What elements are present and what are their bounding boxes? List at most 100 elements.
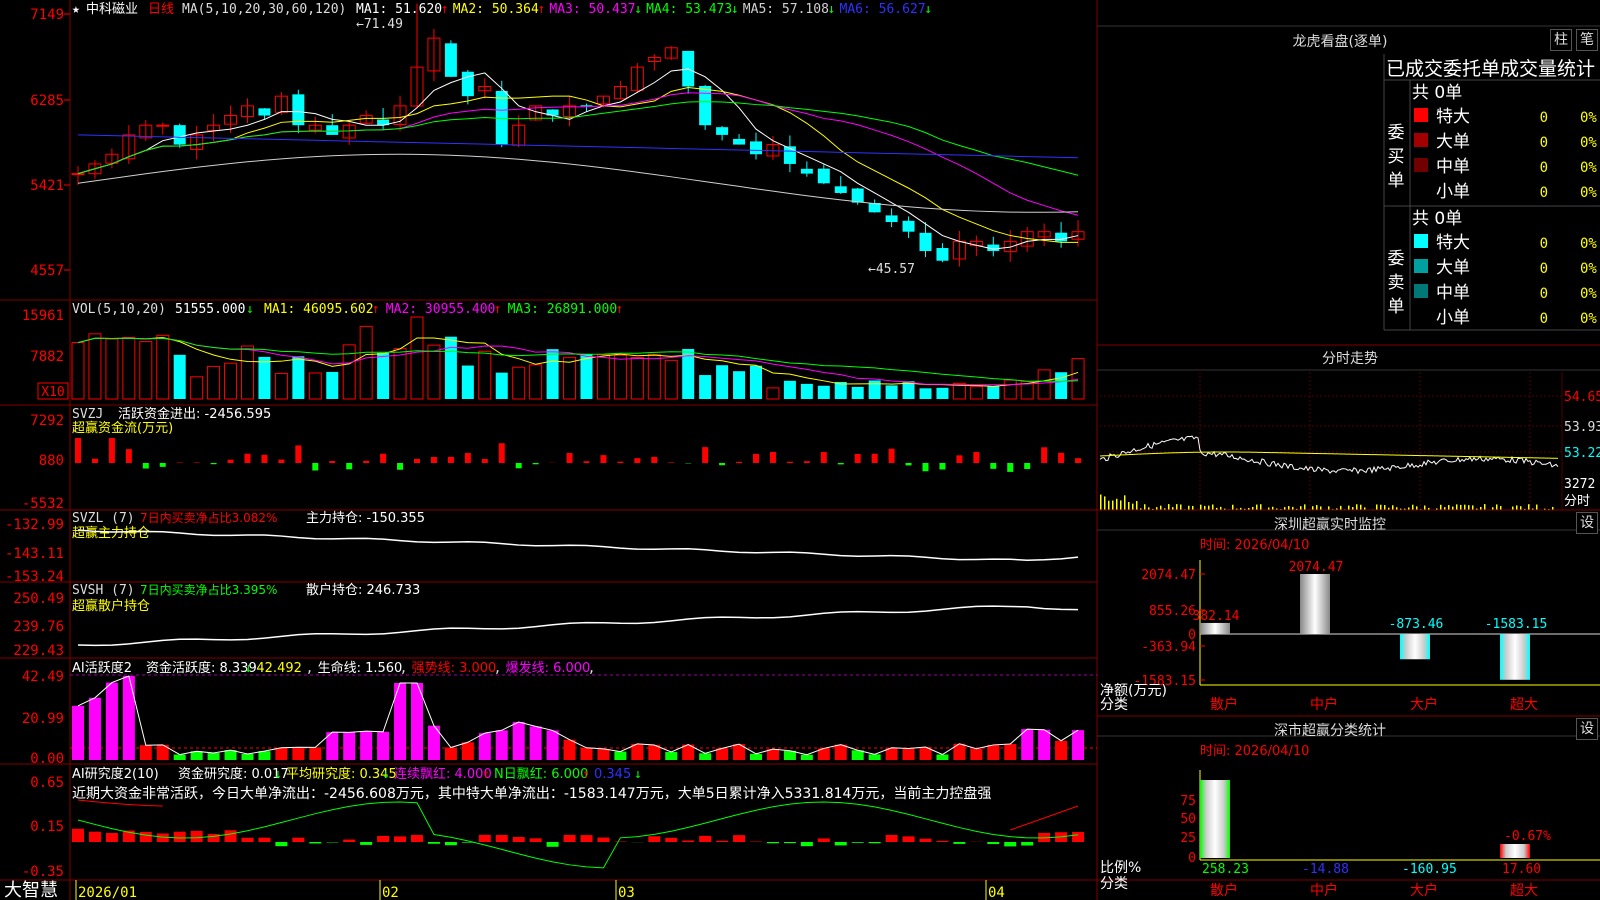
intraday-vol-bar xyxy=(1212,504,1214,510)
flow-bar-in xyxy=(430,456,437,463)
intraday-vol-bar xyxy=(1392,505,1394,510)
ai1-item-4: 强势线: 3.000 xyxy=(412,660,497,676)
stat-date: 时间: 2026/04/10 xyxy=(1200,744,1309,759)
flow-bar-in xyxy=(329,460,336,463)
monitor-cat-label: 超大 xyxy=(1510,697,1538,713)
vol-ma-3: MA3: 26891.000 xyxy=(508,302,618,317)
intraday-vol-bar xyxy=(1328,506,1330,510)
activity-bar xyxy=(512,721,525,760)
research-bar-up xyxy=(292,837,305,842)
lhb-title: 龙虎看盘(逐单) xyxy=(1292,34,1388,50)
candle-down xyxy=(834,186,847,193)
research-bar-down xyxy=(851,842,864,843)
activity-bar xyxy=(800,754,813,760)
intraday-vol-bar xyxy=(1288,506,1290,510)
vol-bar-up xyxy=(88,333,102,400)
stat-title: 深市超赢分类统计 xyxy=(1274,723,1386,739)
intraday-vol-bar xyxy=(1104,496,1106,510)
ai1-arrow: , xyxy=(588,661,596,676)
flow-bar-in xyxy=(227,459,234,463)
svsh-tick: 229.43 xyxy=(13,643,64,659)
intraday-vol-bar xyxy=(1448,505,1450,510)
flow-bar-in xyxy=(1041,447,1048,463)
candle-down xyxy=(851,188,864,203)
research-bar-up xyxy=(699,835,712,842)
buy-row-name: 特大 xyxy=(1436,107,1470,127)
monitor-tick: 2074.47 xyxy=(1141,568,1196,583)
candle-down xyxy=(1055,232,1068,242)
intraday-vol-bar xyxy=(1188,505,1190,510)
svzl-tick: -153.24 xyxy=(5,569,64,585)
buy-row-value: 0 xyxy=(1540,135,1548,151)
flow-bar-out xyxy=(532,463,539,465)
vol-bar-down xyxy=(258,356,271,399)
intraday-vol-bar xyxy=(1340,505,1342,510)
sell-swatch xyxy=(1414,284,1428,298)
intraday-vol-bar xyxy=(1232,504,1234,510)
flow-bar-out xyxy=(142,463,149,469)
stat-tick: 0 xyxy=(1188,851,1196,866)
svzl-sub: 超赢主力持仓 xyxy=(72,525,150,541)
high-marker: ←71.49 xyxy=(356,17,403,32)
vol-ma-line-2 xyxy=(77,337,1079,386)
vol-bar-up xyxy=(512,366,526,400)
vol-bar-up xyxy=(613,354,627,400)
candle-down xyxy=(699,85,712,126)
candle-down xyxy=(258,108,271,116)
fst-unit: 分时 xyxy=(1564,494,1590,509)
bar-mode-button[interactable]: 柱 xyxy=(1550,29,1572,51)
stat-cat-label: 散户 xyxy=(1210,882,1238,899)
ai2-item-5: 0.345 xyxy=(594,767,631,782)
activity-bar xyxy=(563,739,576,760)
activity-bar xyxy=(902,748,915,760)
monitor-settings-button[interactable]: 设 xyxy=(1576,512,1598,534)
ai2-arrow: ↑ xyxy=(482,767,490,782)
vol-bar-up xyxy=(478,350,492,400)
buy-row-pct: 0% xyxy=(1580,185,1597,201)
activity-bar xyxy=(377,731,390,760)
intraday-vol-bar xyxy=(1260,504,1262,510)
candle-down xyxy=(936,248,949,261)
activity-bar xyxy=(139,745,152,760)
candle-down xyxy=(817,168,830,184)
candle-down xyxy=(902,220,915,232)
svzj-tick: 7292 xyxy=(30,413,64,429)
activity-bar xyxy=(309,747,322,760)
intraday-vol-bar xyxy=(1312,506,1314,510)
research-bar-down xyxy=(546,842,559,847)
candle-down xyxy=(292,94,305,126)
ma-arrow: ↓ xyxy=(731,2,739,17)
flow-bar-in xyxy=(769,452,776,463)
flow-bar-in xyxy=(617,461,624,463)
candle-down xyxy=(800,168,813,174)
research-bar-up xyxy=(394,836,407,842)
fst-tick: 53.93 xyxy=(1564,420,1600,435)
research-bar-up xyxy=(105,832,118,842)
intraday-vol-bar xyxy=(1204,505,1206,510)
activity-bar xyxy=(1072,730,1085,760)
sell-total: 共 0单 xyxy=(1412,209,1462,229)
monitor-xlab: 分类 xyxy=(1100,697,1128,713)
stat-bar xyxy=(1200,780,1230,858)
vol-bar-up xyxy=(1003,379,1017,400)
x-axis-label: 02 xyxy=(382,885,399,900)
intraday-vol-bar xyxy=(1136,501,1138,510)
stock-chart-canvas[interactable]: ★ 中科磁业 日线 MA(5,10,20,30,60,120) MA1: 51.620↑… xyxy=(0,0,1600,900)
flow-bar-out xyxy=(905,463,912,466)
vol-tick: 7882 xyxy=(30,349,64,365)
candle-up xyxy=(71,173,85,176)
intraday-vol-bar xyxy=(1208,505,1210,510)
candle-down xyxy=(173,125,186,145)
stat-settings-button[interactable]: 设 xyxy=(1576,718,1598,740)
retail-position-line xyxy=(77,605,1079,647)
monitor-bar-value: 2074.47 xyxy=(1289,560,1344,575)
ma-arrow: ↑ xyxy=(537,2,545,17)
intraday-vol-bar xyxy=(1536,504,1538,510)
vol-bar-down xyxy=(750,365,762,399)
ma-arrow: ↑ xyxy=(441,2,449,17)
flow-bar-in xyxy=(786,461,793,463)
tick-mode-button[interactable]: 笔 xyxy=(1576,29,1598,51)
stat-tick: 25 xyxy=(1180,831,1196,846)
activity-bar xyxy=(665,751,678,760)
flow-bar-in xyxy=(498,443,505,463)
